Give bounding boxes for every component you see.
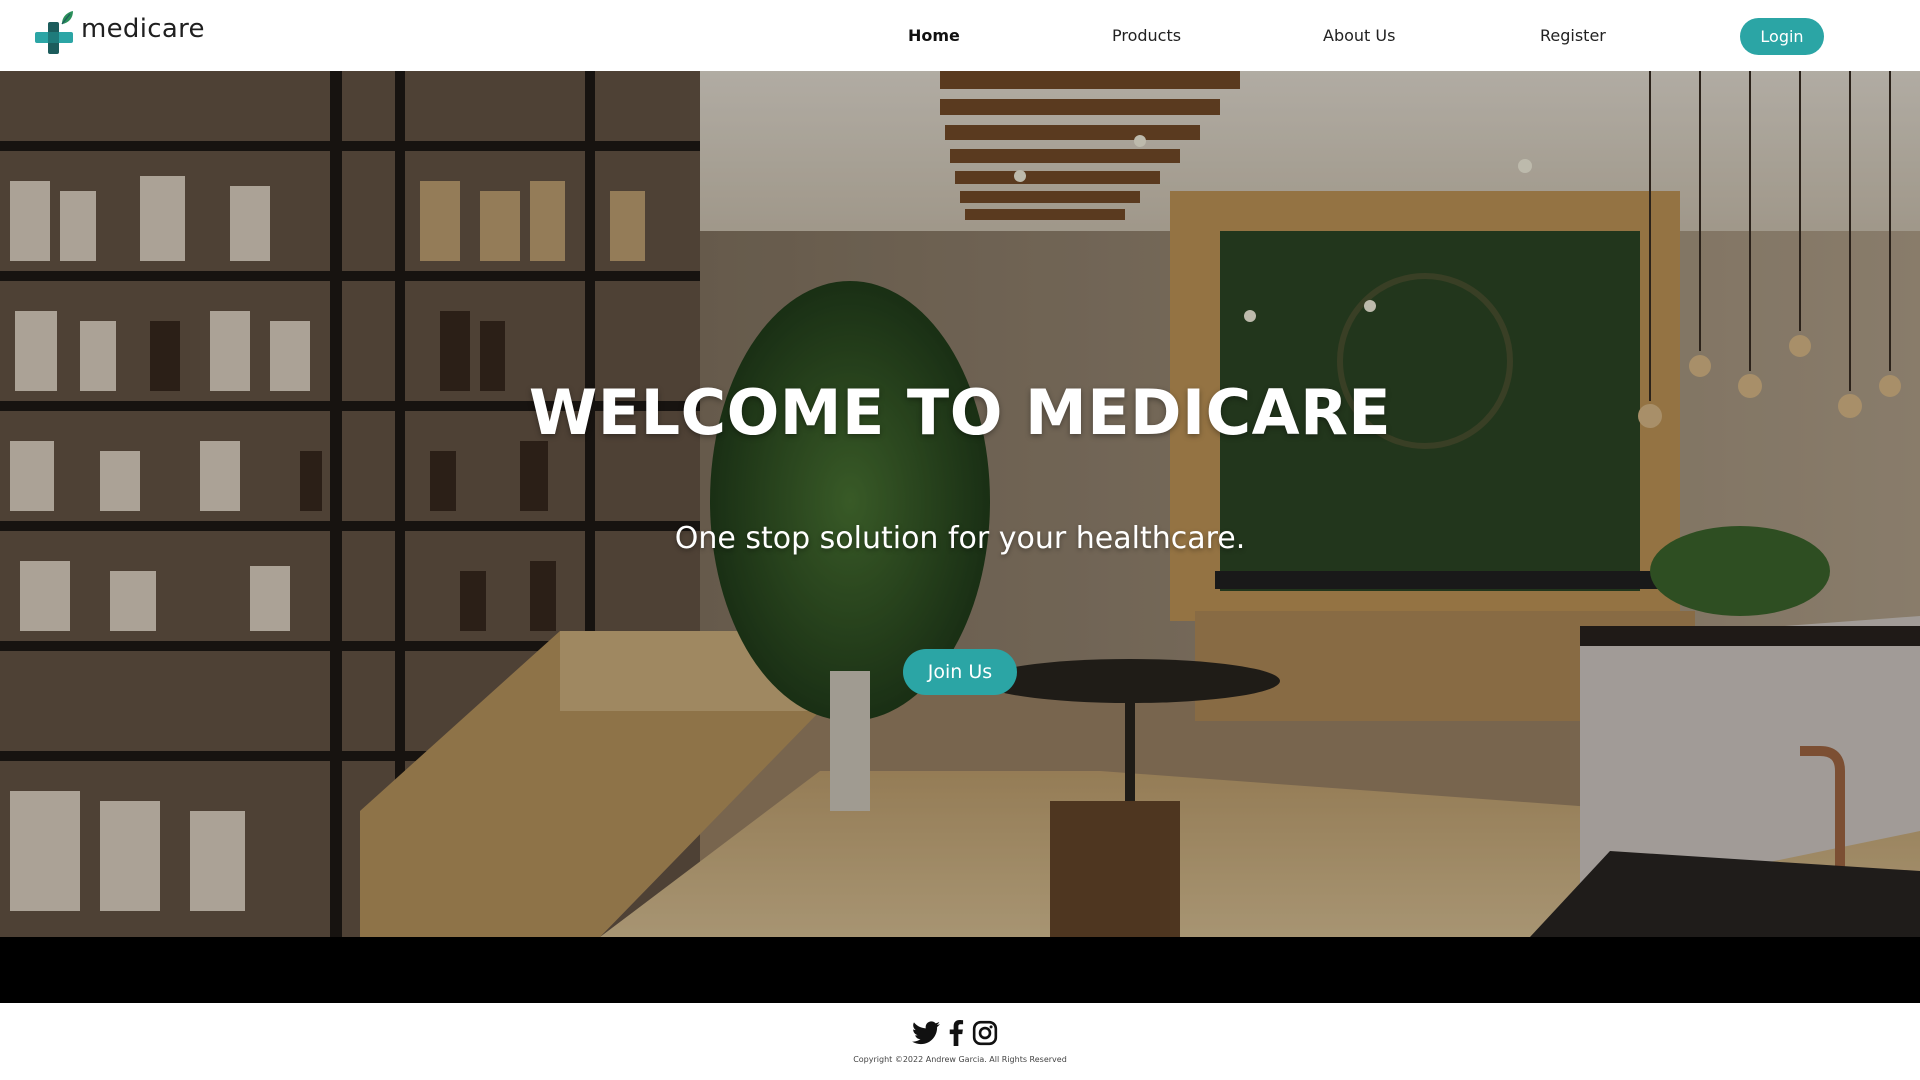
nav-products[interactable]: Products [1112, 26, 1181, 45]
site-header: medicare Home Products About Us Register… [0, 0, 1920, 71]
dark-band [0, 937, 1920, 1003]
facebook-icon[interactable] [948, 1020, 964, 1050]
hero-dark-overlay [0, 71, 1920, 937]
social-links [912, 1020, 998, 1050]
nav-home[interactable]: Home [908, 26, 960, 45]
main-nav: Home Products About Us Register Login [0, 0, 1920, 71]
hero-subtitle: One stop solution for your healthcare. [674, 521, 1246, 556]
nav-about-us[interactable]: About Us [1323, 26, 1395, 45]
hero-title: WELCOME TO MEDICARE [528, 376, 1392, 449]
copyright-text: Copyright ©2022 Andrew Garcia. All Right… [853, 1055, 1067, 1064]
login-button[interactable]: Login [1740, 18, 1824, 55]
join-us-button[interactable]: Join Us [903, 649, 1017, 695]
instagram-icon[interactable] [972, 1020, 998, 1050]
hero-section: WELCOME TO MEDICARE One stop solution fo… [0, 71, 1920, 937]
twitter-icon[interactable] [912, 1021, 940, 1049]
site-footer: Copyright ©2022 Andrew Garcia. All Right… [0, 1003, 1920, 1080]
nav-register[interactable]: Register [1540, 26, 1606, 45]
